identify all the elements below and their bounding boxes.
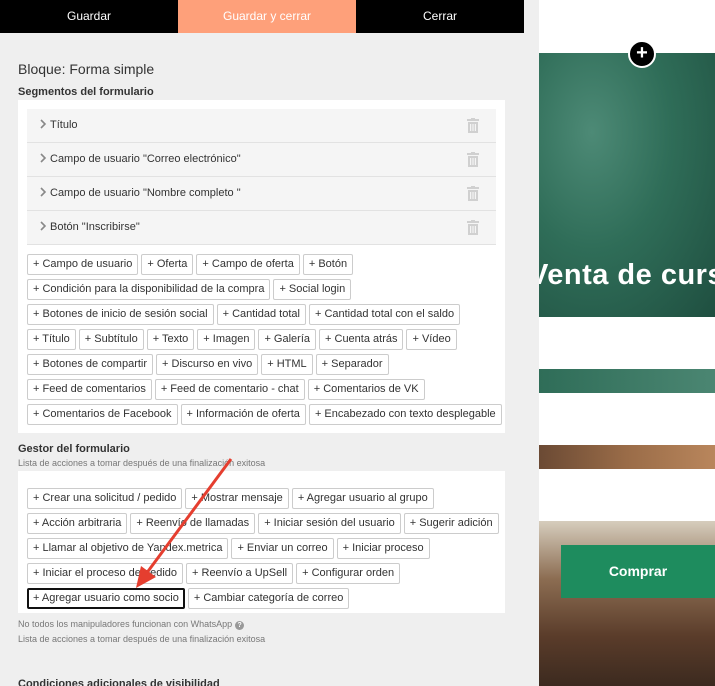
- chip-row: + Condición para la disponibilidad de la…: [27, 279, 502, 300]
- add-html-chip[interactable]: + HTML: [261, 354, 313, 375]
- change-mail-category-chip[interactable]: + Cambiar categoría de correo: [187, 588, 350, 609]
- start-order-process-chip[interactable]: + Iniciar el proceso de pedido: [27, 563, 184, 584]
- hero-image: Venta de curs: [539, 53, 715, 317]
- arbitrary-action-chip[interactable]: + Acción arbitraria: [27, 513, 128, 534]
- suggest-addition-chip[interactable]: + Sugerir adición: [403, 513, 499, 534]
- page-preview: Venta de curs + Comprar: [539, 0, 715, 686]
- handler-section-subtitle: Lista de acciones a tomar después de una…: [18, 458, 266, 468]
- add-title-chip[interactable]: + Título: [27, 329, 76, 350]
- trash-icon[interactable]: [467, 220, 479, 235]
- add-offer-field-chip[interactable]: + Campo de oferta: [196, 254, 300, 275]
- trash-icon[interactable]: [467, 186, 479, 201]
- whatsapp-note: No todos los manipuladores funcionan con…: [18, 619, 245, 630]
- block-title: Bloque: Forma simple: [18, 61, 155, 77]
- add-user-to-group-chip[interactable]: + Agregar usuario al grupo: [291, 488, 434, 509]
- whatsapp-note-text: No todos los manipuladores funcionan con…: [18, 619, 233, 629]
- plus-icon[interactable]: +: [628, 40, 656, 68]
- chip-row: + Acción arbitraria + Reenvío de llamada…: [27, 513, 499, 534]
- add-total-balance-chip[interactable]: + Cantidad total con el saldo: [308, 304, 461, 325]
- add-user-field-chip[interactable]: + Campo de usuario: [27, 254, 139, 275]
- trash-icon[interactable]: [467, 118, 479, 133]
- buy-button[interactable]: Comprar: [561, 545, 715, 598]
- segment-item[interactable]: Título: [27, 109, 496, 143]
- chip-row: + Botones de inicio de sesión social + C…: [27, 304, 502, 325]
- segment-label: Campo de usuario "Correo electrónico": [50, 153, 241, 165]
- chip-row: + Iniciar el proceso de pedido + Reenvío…: [27, 563, 499, 584]
- upsell-redirect-chip[interactable]: + Reenvío a UpSell: [186, 563, 294, 584]
- add-user-as-partner-chip[interactable]: + Agregar usuario como socio: [27, 588, 185, 609]
- visibility-section-title: Condiciones adicionales de visibilidad: [18, 678, 220, 686]
- editor-toolbar: Guardar Guardar y cerrar Cerrar: [0, 0, 524, 33]
- add-segment-chips: + Campo de usuario + Oferta + Campo de o…: [27, 254, 502, 429]
- handler-section-title: Gestor del formulario: [18, 443, 130, 455]
- segments-card: Título Campo de usuario "Correo electrón…: [18, 100, 505, 433]
- handlers-card: + Crear una solicitud / pedido + Mostrar…: [18, 471, 505, 613]
- add-social-login-chip[interactable]: + Social login: [273, 279, 352, 300]
- save-and-close-button[interactable]: Guardar y cerrar: [178, 0, 356, 33]
- add-separator-chip[interactable]: + Separador: [315, 354, 389, 375]
- add-social-buttons-chip[interactable]: + Botones de inicio de sesión social: [27, 304, 214, 325]
- help-icon[interactable]: ?: [235, 621, 245, 630]
- segment-label: Título: [50, 119, 78, 131]
- add-offer-info-chip[interactable]: + Información de oferta: [180, 404, 306, 425]
- add-share-buttons-chip[interactable]: + Botones de compartir: [27, 354, 154, 375]
- close-button[interactable]: Cerrar: [356, 0, 524, 33]
- show-message-chip[interactable]: + Mostrar mensaje: [185, 488, 289, 509]
- add-vk-comments-chip[interactable]: + Comentarios de VK: [307, 379, 425, 400]
- add-gallery-chip[interactable]: + Galería: [258, 329, 317, 350]
- hero-heading: Venta de curs: [539, 259, 715, 291]
- send-email-chip[interactable]: + Enviar un correo: [231, 538, 334, 559]
- add-offer-chip[interactable]: + Oferta: [141, 254, 194, 275]
- add-countdown-chip[interactable]: + Cuenta atrás: [319, 329, 404, 350]
- chip-row: + Botones de compartir + Discurso en viv…: [27, 354, 502, 375]
- chip-row: + Feed de comentarios + Feed de comentar…: [27, 379, 502, 400]
- preview-strip-green: [539, 369, 715, 393]
- yandex-goal-chip[interactable]: + Llamar al objetivo de Yandex.metrica: [27, 538, 229, 559]
- block-editor-panel: Guardar Guardar y cerrar Cerrar Bloque: …: [0, 0, 524, 686]
- chevron-right-icon[interactable]: [40, 153, 47, 163]
- chip-row: + Campo de usuario + Oferta + Campo de o…: [27, 254, 502, 275]
- add-image-chip[interactable]: + Imagen: [197, 329, 256, 350]
- user-login-chip[interactable]: + Iniciar sesión del usuario: [258, 513, 401, 534]
- segment-list: Título Campo de usuario "Correo electrón…: [27, 109, 496, 245]
- chip-row: + Agregar usuario como socio + Cambiar c…: [27, 588, 499, 609]
- handler-note-2: Lista de acciones a tomar después de una…: [18, 634, 266, 644]
- trash-icon[interactable]: [467, 152, 479, 167]
- segments-section-title: Segmentos del formulario: [18, 86, 154, 98]
- chip-row: + Llamar al objetivo de Yandex.metrica +…: [27, 538, 499, 559]
- add-purchase-condition-chip[interactable]: + Condición para la disponibilidad de la…: [27, 279, 271, 300]
- chip-row: + Crear una solicitud / pedido + Mostrar…: [27, 488, 499, 509]
- add-subtitle-chip[interactable]: + Subtítulo: [78, 329, 144, 350]
- segment-item[interactable]: Campo de usuario "Correo electrónico": [27, 143, 496, 177]
- add-collapsible-header-chip[interactable]: + Encabezado con texto desplegable: [308, 404, 502, 425]
- add-text-chip[interactable]: + Texto: [146, 329, 195, 350]
- add-comments-chat-chip[interactable]: + Feed de comentario - chat: [154, 379, 305, 400]
- save-button[interactable]: Guardar: [0, 0, 178, 33]
- add-live-speech-chip[interactable]: + Discurso en vivo: [156, 354, 259, 375]
- chevron-right-icon[interactable]: [40, 187, 47, 197]
- preview-strip-brown: [539, 445, 715, 469]
- segment-item[interactable]: Campo de usuario "Nombre completo ": [27, 177, 496, 211]
- create-request-chip[interactable]: + Crear una solicitud / pedido: [27, 488, 183, 509]
- add-total-chip[interactable]: + Cantidad total: [216, 304, 306, 325]
- chevron-right-icon[interactable]: [40, 221, 47, 231]
- chip-row: + Título + Subtítulo + Texto + Imagen + …: [27, 329, 502, 350]
- scrollbar[interactable]: [524, 0, 539, 686]
- add-facebook-comments-chip[interactable]: + Comentarios de Facebook: [27, 404, 178, 425]
- add-video-chip[interactable]: + Vídeo: [406, 329, 457, 350]
- add-comments-feed-chip[interactable]: + Feed de comentarios: [27, 379, 152, 400]
- call-forwarding-chip[interactable]: + Reenvío de llamadas: [130, 513, 256, 534]
- chevron-right-icon[interactable]: [40, 119, 47, 129]
- start-process-chip[interactable]: + Iniciar proceso: [336, 538, 430, 559]
- handler-chips: + Crear una solicitud / pedido + Mostrar…: [27, 488, 499, 613]
- segment-label: Botón "Inscribirse": [50, 221, 140, 233]
- chip-row: + Comentarios de Facebook + Información …: [27, 404, 502, 425]
- add-button-chip[interactable]: + Botón: [302, 254, 354, 275]
- segment-item[interactable]: Botón "Inscribirse": [27, 211, 496, 245]
- configure-order-chip[interactable]: + Configurar orden: [296, 563, 401, 584]
- segment-label: Campo de usuario "Nombre completo ": [50, 187, 241, 199]
